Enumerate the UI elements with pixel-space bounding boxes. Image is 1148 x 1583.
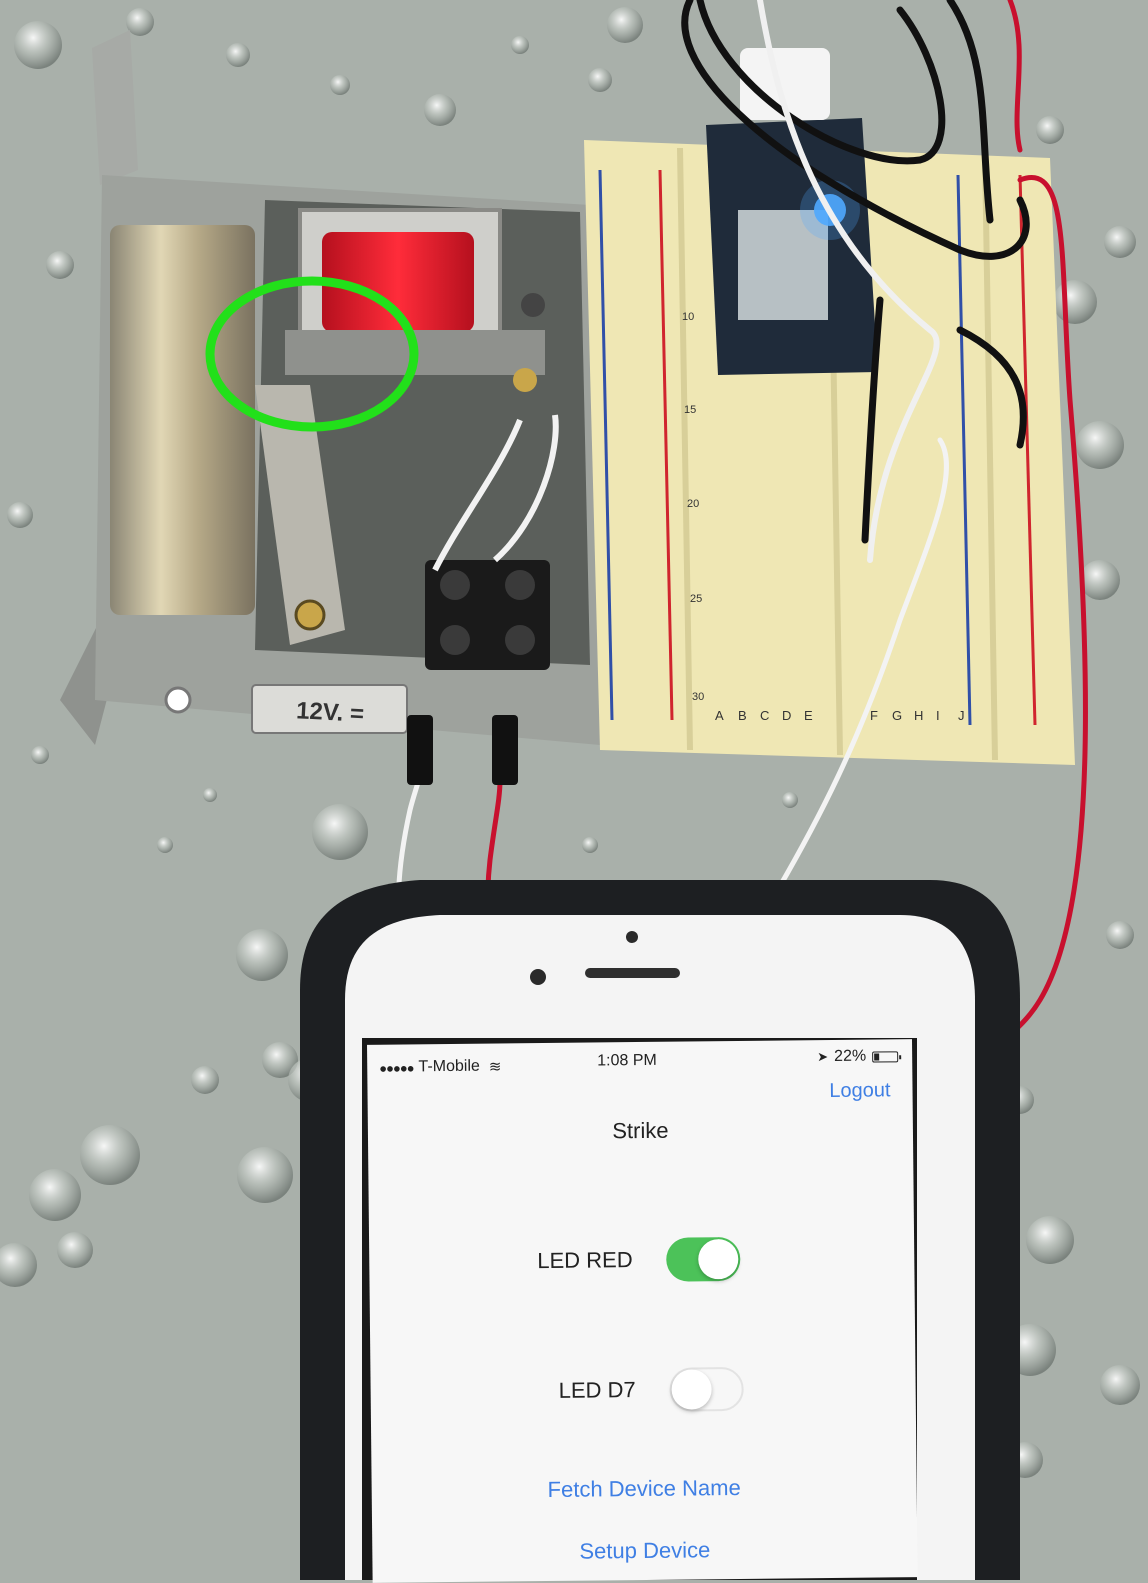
battery-percent: 22% xyxy=(834,1047,867,1065)
toggle-label-led-d7: LED D7 xyxy=(558,1377,636,1403)
carrier-name: T-Mobile xyxy=(418,1057,480,1076)
column-letter: E xyxy=(804,708,813,723)
row-number-25: 25 xyxy=(690,593,702,605)
status-time: 1:08 PM xyxy=(597,1051,657,1070)
toggle-knob xyxy=(698,1238,739,1280)
fetch-device-name-button[interactable]: Fetch Device Name xyxy=(372,1473,917,1505)
signal-strength-icon: ●●●●● xyxy=(379,1059,414,1076)
page-title: Strike xyxy=(612,1117,669,1144)
led-red-toggle[interactable] xyxy=(666,1236,741,1282)
column-letter: B xyxy=(738,708,747,723)
toggle-label-led-red: LED RED xyxy=(537,1247,633,1274)
status-bar: ●●●●● T-Mobile ≋ 1:08 PM ➤ 22% xyxy=(367,1039,912,1076)
toggle-row-led-red: LED RED xyxy=(537,1236,741,1283)
column-letter: H xyxy=(914,708,923,723)
row-number-20: 20 xyxy=(687,498,699,510)
earpiece xyxy=(585,968,680,978)
column-letter: C xyxy=(760,708,769,723)
column-letter: A xyxy=(715,708,724,723)
setup-device-button[interactable]: Setup Device xyxy=(372,1535,917,1567)
column-letter: G xyxy=(892,708,902,723)
row-number-10: 10 xyxy=(682,311,694,323)
battery-icon xyxy=(872,1050,899,1063)
row-number-30: 30 xyxy=(692,691,704,703)
row-number-15: 15 xyxy=(684,404,696,416)
phone-screen: ●●●●● T-Mobile ≋ 1:08 PM ➤ 22% Logout St… xyxy=(367,1039,918,1583)
logout-button[interactable]: Logout xyxy=(829,1079,890,1103)
column-letter: J xyxy=(958,708,965,723)
wifi-icon: ≋ xyxy=(488,1058,502,1076)
column-letter: I xyxy=(936,708,940,723)
toggle-row-led-d7: LED D7 xyxy=(558,1366,744,1413)
location-arrow-icon: ➤ xyxy=(817,1049,829,1065)
column-letter: F xyxy=(870,708,878,723)
led-d7-toggle[interactable] xyxy=(669,1366,744,1412)
toggle-knob xyxy=(671,1369,712,1410)
column-letter: D xyxy=(782,708,791,723)
voltage-label: 12V. = xyxy=(296,697,365,728)
front-camera-icon xyxy=(530,969,546,985)
